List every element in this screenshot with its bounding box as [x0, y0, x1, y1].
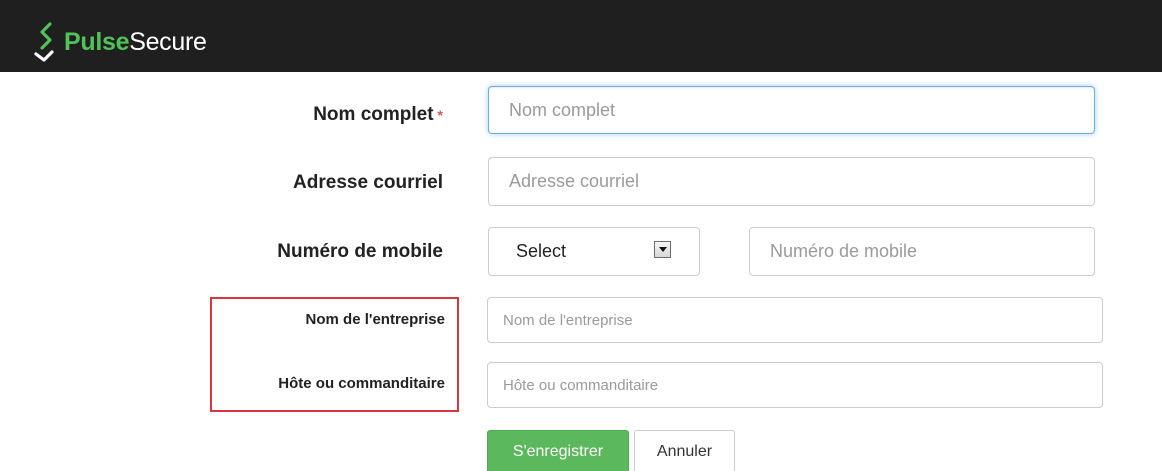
company-label: Nom de l'entreprise — [306, 307, 445, 333]
mobile-label: Numéro de mobile — [277, 237, 443, 267]
cancel-button-label: Annuler — [656, 443, 713, 460]
host-label: Hôte ou commanditaire — [278, 371, 445, 397]
register-button-label: S'enregistrer — [512, 443, 604, 460]
required-asterisk: * — [437, 107, 443, 123]
email-label-text: Adresse courriel — [293, 172, 443, 193]
mobile-number-input[interactable] — [749, 227, 1095, 276]
pulse-secure-s-icon — [34, 22, 54, 62]
registration-page: PulseSecure Nom complet* Adresse courrie… — [0, 0, 1162, 471]
brand-name: PulseSecure — [64, 22, 207, 62]
brand-name-pulse: Pulse — [64, 28, 130, 56]
brand-name-secure: Secure — [129, 28, 207, 56]
host-input[interactable] — [487, 362, 1103, 408]
brand-logo: PulseSecure — [34, 22, 207, 62]
chevron-down-icon[interactable] — [654, 241, 671, 258]
header-bar: PulseSecure — [0, 0, 1162, 72]
email-label: Adresse courriel — [293, 168, 443, 198]
register-button[interactable]: S'enregistrer — [487, 430, 629, 471]
full-name-label: Nom complet * — [313, 100, 443, 130]
country-code-select-value: Select — [516, 241, 567, 261]
full-name-label-text: Nom complet — [313, 104, 434, 125]
mobile-label-text: Numéro de mobile — [277, 241, 443, 262]
cancel-button[interactable]: Annuler — [634, 430, 735, 471]
company-input[interactable] — [487, 297, 1103, 343]
email-input[interactable] — [488, 157, 1095, 206]
host-label-text: Hôte ou commanditaire — [278, 375, 445, 392]
country-code-select[interactable]: Select — [488, 227, 700, 276]
full-name-input[interactable] — [488, 86, 1095, 134]
company-label-text: Nom de l'entreprise — [305, 311, 445, 328]
